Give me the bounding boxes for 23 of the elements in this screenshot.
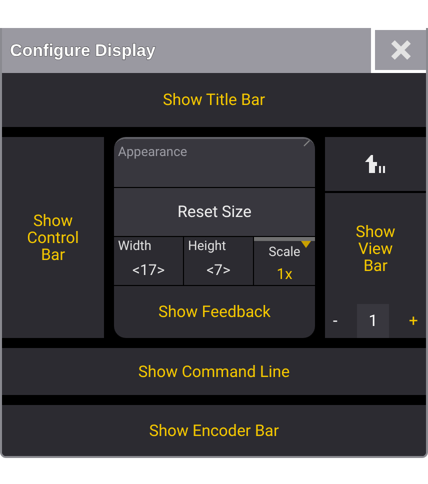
panel-label: Appearance (118, 145, 188, 160)
resize-corner-icon (303, 139, 311, 147)
dropdown-arrow-icon (301, 241, 311, 248)
arrow-bars-icon (364, 154, 388, 174)
increment-button[interactable]: + (408, 309, 418, 333)
field-value[interactable]: <7> (206, 259, 230, 282)
toggle-button[interactable]: Show Command Line (2, 348, 426, 395)
toggle-button[interactable]: Show Control Bar (2, 137, 104, 338)
toggle-button[interactable]: Show Title Bar (2, 73, 426, 127)
toolbar-button[interactable] (325, 137, 426, 191)
reset-size-button[interactable]: Reset Size (114, 188, 315, 236)
close-button[interactable] (371, 28, 426, 74)
field-label: Height (188, 239, 226, 255)
toggle-button[interactable]: Show View Bar (346, 223, 406, 274)
toggle-button[interactable]: Show Feedback (114, 286, 315, 338)
field-value[interactable]: <17> (132, 259, 165, 282)
decrement-button[interactable]: - (333, 309, 338, 333)
scale-dropdown[interactable]: Scale 1x (254, 237, 315, 285)
close-icon (390, 38, 412, 60)
field-label: Width (118, 239, 152, 255)
toggle-button[interactable]: Show Encoder Bar (2, 405, 426, 456)
view-bar-value: 1 (357, 304, 390, 338)
window-title: Configure Display (10, 40, 156, 62)
